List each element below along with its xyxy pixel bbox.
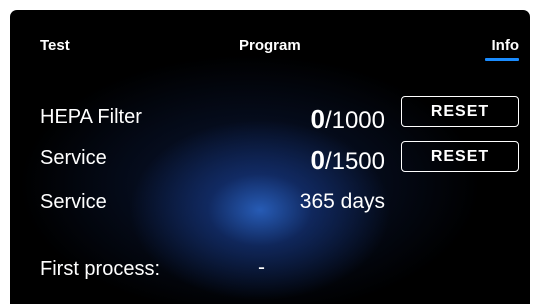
service-hours-reset-button[interactable]: RESET	[401, 141, 519, 172]
first-process-label: First process:	[40, 258, 161, 280]
tab-program[interactable]: Program	[239, 37, 301, 54]
tab-test[interactable]: Test	[40, 37, 70, 54]
hepa-filter-counter: 0/1000	[310, 104, 385, 135]
info-screen: Test Program Info HEPA Filter 0/1000 RES…	[10, 10, 530, 304]
hepa-filter-label: HEPA Filter	[40, 106, 142, 128]
service-hours-label: Service	[40, 147, 107, 169]
service-hours-counter: 0/1500	[310, 145, 385, 176]
tab-info[interactable]: Info	[492, 37, 520, 54]
service-days-label: Service	[40, 191, 107, 213]
service-hours-count: 0	[310, 145, 325, 175]
hepa-filter-reset-button[interactable]: RESET	[401, 96, 519, 127]
active-tab-indicator	[485, 58, 519, 61]
hepa-filter-limit: /1000	[324, 107, 385, 134]
hepa-filter-count: 0	[310, 104, 325, 134]
service-hours-limit: /1500	[324, 148, 385, 175]
service-days-value: 365 days	[299, 190, 385, 213]
first-process-value: -	[258, 256, 265, 279]
